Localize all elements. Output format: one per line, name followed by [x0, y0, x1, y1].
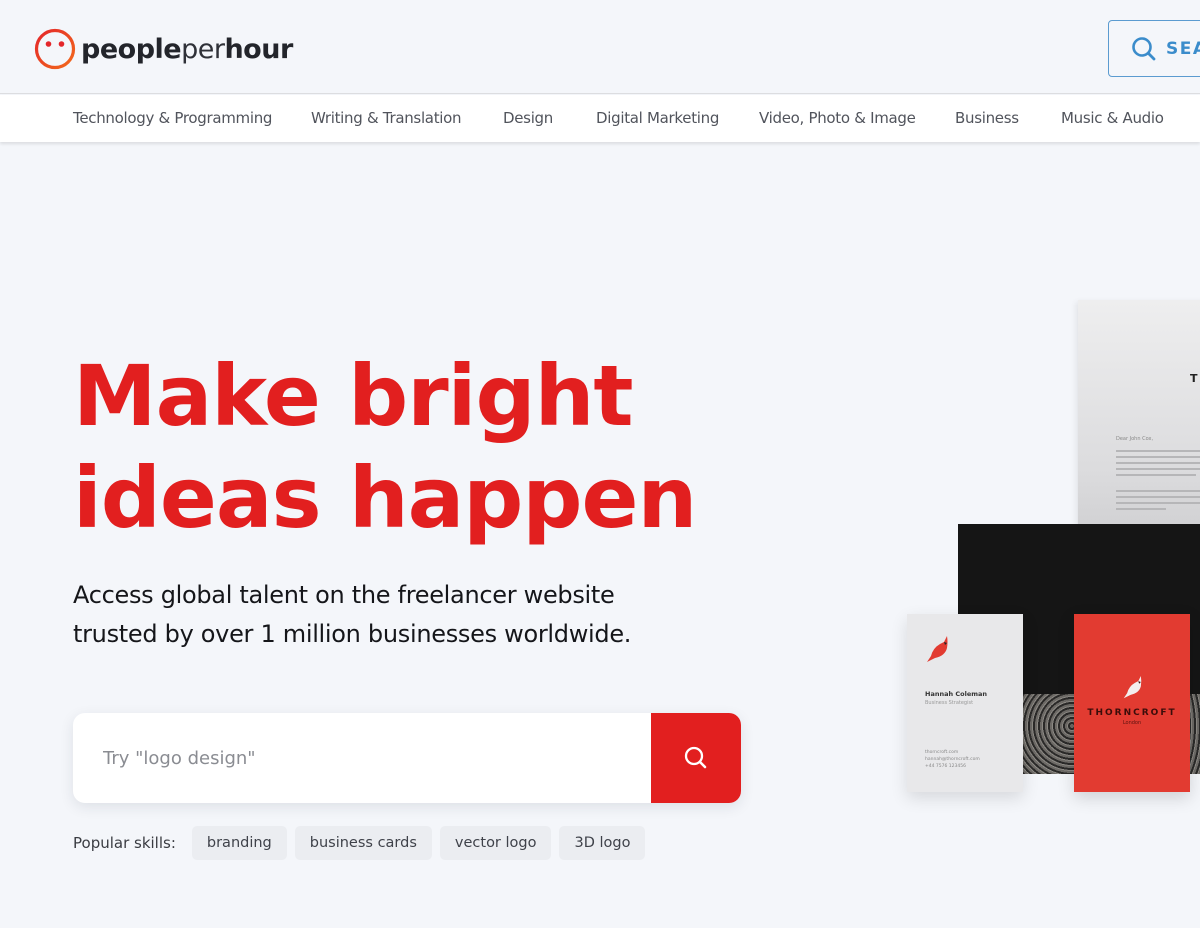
hero-subtitle-line-2: trusted by over 1 million businesses wor… [73, 620, 632, 648]
skill-chip-branding[interactable]: branding [191, 826, 287, 860]
red-card-subtitle: London [1122, 720, 1142, 726]
letter-text-line [1116, 474, 1196, 476]
letter-text-line [1116, 508, 1166, 510]
skill-chip-vector-logo[interactable]: vector logo [439, 826, 552, 860]
letter-text-line [1116, 502, 1200, 504]
letter-text-line [1116, 490, 1200, 492]
hero-title: Make bright ideas happen [73, 345, 773, 549]
letter-text-line [1116, 456, 1200, 458]
top-header: peopleperhour SEA [0, 0, 1200, 94]
letter-text-line [1116, 462, 1200, 464]
logo-wordmark: peopleperhour [81, 36, 293, 63]
category-business[interactable]: Business [955, 95, 1019, 142]
cardinal-bird-icon [1123, 676, 1142, 699]
card-contact-email: hannah@thorncroft.com [925, 757, 980, 762]
peopleperhour-logo[interactable]: peopleperhour [34, 28, 293, 70]
card-contact-website: thorncroft.com [925, 750, 959, 755]
letter-text-line [1116, 468, 1200, 470]
popular-skills-label: Popular skills: [73, 834, 176, 852]
white-business-card: Hannah Coleman Business Strategist thorn… [907, 614, 1023, 792]
cardinal-bird-icon [927, 636, 948, 662]
hero-search-input[interactable] [73, 713, 651, 803]
card-role: Business Strategist [925, 700, 974, 706]
category-design[interactable]: Design [503, 95, 553, 142]
category-music-audio[interactable]: Music & Audio [1061, 95, 1164, 142]
category-writing-translation[interactable]: Writing & Translation [311, 95, 462, 142]
red-card-brand: THORNCROFT [1087, 708, 1177, 718]
header-search-button[interactable]: SEA [1108, 20, 1200, 77]
hero-search-bar [73, 713, 741, 803]
skill-chip-3d-logo[interactable]: 3D logo [559, 826, 646, 860]
smiley-face-icon [34, 28, 76, 70]
hero-title-line-1: Make bright [73, 347, 634, 445]
skill-chip-business-cards[interactable]: business cards [294, 826, 432, 860]
hero-search-button[interactable] [651, 713, 741, 803]
header-search-label: SEA [1166, 38, 1200, 59]
logo-word-people: people [81, 33, 182, 65]
logo-word-hour: hour [224, 33, 293, 65]
hero-subtitle-line-1: Access global talent on the freelancer w… [73, 581, 615, 609]
card-contact-phone: +44 7576 123456 [925, 764, 966, 769]
hero-subtitle: Access global talent on the freelancer w… [73, 576, 733, 654]
card-name: Hannah Coleman [925, 690, 988, 698]
hero-illustration: T Dear John Cox, Hannah Coleman Business… [870, 290, 1200, 810]
hero-title-line-2: ideas happen [73, 449, 697, 547]
category-nav: Technology & Programming Writing & Trans… [0, 95, 1200, 142]
logo-word-per: per [181, 33, 225, 65]
letterhead-mockup: T Dear John Cox, [1078, 300, 1200, 540]
search-icon [1132, 36, 1156, 60]
red-business-card: THORNCROFT London [1074, 614, 1190, 792]
letter-text-line [1116, 450, 1200, 452]
popular-skills: Popular skills: branding business cards … [73, 826, 653, 860]
search-icon [684, 746, 707, 769]
letterhead-initial: T [1190, 372, 1198, 385]
category-digital-marketing[interactable]: Digital Marketing [596, 95, 719, 142]
letterhead-greeting: Dear John Cox, [1116, 436, 1154, 442]
letter-text-line [1116, 496, 1200, 498]
category-video-photo-image[interactable]: Video, Photo & Image [759, 95, 916, 142]
category-technology-programming[interactable]: Technology & Programming [73, 95, 272, 142]
